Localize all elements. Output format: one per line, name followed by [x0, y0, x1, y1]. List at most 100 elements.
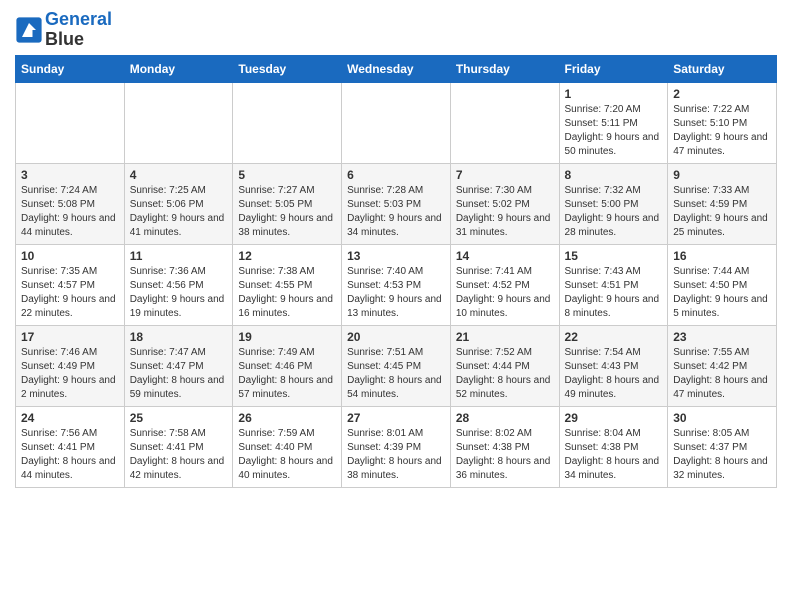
day-info: Sunrise: 7:58 AMSunset: 4:41 PMDaylight:… — [130, 427, 228, 483]
calendar-header-row: SundayMondayTuesdayWednesdayThursdayFrid… — [16, 55, 777, 82]
day-number: 5 — [238, 168, 336, 182]
calendar-cell — [450, 82, 559, 163]
calendar-cell: 14 Sunrise: 7:41 AMSunset: 4:52 PMDayligh… — [450, 244, 559, 325]
day-number: 16 — [673, 249, 771, 263]
calendar-cell: 6 Sunrise: 7:28 AMSunset: 5:03 PMDaylight… — [342, 163, 451, 244]
day-info: Sunrise: 7:22 AMSunset: 5:10 PMDaylight:… — [673, 103, 771, 159]
day-info: Sunrise: 7:49 AMSunset: 4:46 PMDaylight:… — [238, 346, 336, 402]
day-number: 23 — [673, 330, 771, 344]
calendar-week-row: 1 Sunrise: 7:20 AMSunset: 5:11 PMDaylight… — [16, 82, 777, 163]
calendar-cell: 23 Sunrise: 7:55 AMSunset: 4:42 PMDayligh… — [668, 325, 777, 406]
day-number: 28 — [456, 411, 554, 425]
day-info: Sunrise: 7:41 AMSunset: 4:52 PMDaylight:… — [456, 265, 554, 321]
day-number: 27 — [347, 411, 445, 425]
calendar-cell: 2Sunrise: 7:22 AMSunset: 5:10 PMDaylight… — [668, 82, 777, 163]
day-info: Sunrise: 7:40 AMSunset: 4:53 PMDaylight:… — [347, 265, 445, 321]
calendar-cell — [233, 82, 342, 163]
day-info: Sunrise: 7:51 AMSunset: 4:45 PMDaylight:… — [347, 346, 445, 402]
day-number: 1 — [565, 87, 663, 101]
calendar-cell: 5 Sunrise: 7:27 AMSunset: 5:05 PMDaylight… — [233, 163, 342, 244]
day-info: Sunrise: 7:32 AMSunset: 5:00 PMDaylight:… — [565, 184, 663, 240]
calendar-table: SundayMondayTuesdayWednesdayThursdayFrid… — [15, 55, 777, 488]
day-info: Sunrise: 7:54 AMSunset: 4:43 PMDaylight:… — [565, 346, 663, 402]
day-number: 4 — [130, 168, 228, 182]
logo: General Blue — [15, 10, 112, 50]
calendar-cell: 21 Sunrise: 7:52 AMSunset: 4:44 PMDayligh… — [450, 325, 559, 406]
day-info: Sunrise: 7:55 AMSunset: 4:42 PMDaylight:… — [673, 346, 771, 402]
logo-text: General Blue — [45, 10, 112, 50]
calendar-cell: 10 Sunrise: 7:35 AMSunset: 4:57 PMDayligh… — [16, 244, 125, 325]
page-container: General Blue SundayMondayTuesdayWednesda… — [0, 0, 792, 498]
day-number: 12 — [238, 249, 336, 263]
day-number: 22 — [565, 330, 663, 344]
day-info: Sunrise: 7:43 AMSunset: 4:51 PMDaylight:… — [565, 265, 663, 321]
calendar-cell: 27 Sunrise: 8:01 AMSunset: 4:39 PMDayligh… — [342, 406, 451, 487]
day-number: 19 — [238, 330, 336, 344]
day-number: 29 — [565, 411, 663, 425]
day-number: 24 — [21, 411, 119, 425]
day-number: 10 — [21, 249, 119, 263]
day-info: Sunrise: 7:24 AMSunset: 5:08 PMDaylight:… — [21, 184, 119, 240]
calendar-cell: 1 Sunrise: 7:20 AMSunset: 5:11 PMDaylight… — [559, 82, 668, 163]
day-info: Sunrise: 7:35 AMSunset: 4:57 PMDaylight:… — [21, 265, 119, 321]
calendar-cell: 19 Sunrise: 7:49 AMSunset: 4:46 PMDayligh… — [233, 325, 342, 406]
calendar-week-row: 24Sunrise: 7:56 AMSunset: 4:41 PMDayligh… — [16, 406, 777, 487]
calendar-cell: 4Sunrise: 7:25 AMSunset: 5:06 PMDaylight… — [124, 163, 233, 244]
day-number: 25 — [130, 411, 228, 425]
header: General Blue — [15, 10, 777, 50]
day-info: Sunrise: 7:33 AMSunset: 4:59 PMDaylight:… — [673, 184, 771, 240]
calendar-week-row: 17 Sunrise: 7:46 AMSunset: 4:49 PMDayligh… — [16, 325, 777, 406]
calendar-cell — [342, 82, 451, 163]
day-info: Sunrise: 7:46 AMSunset: 4:49 PMDaylight:… — [21, 346, 119, 402]
day-number: 17 — [21, 330, 119, 344]
day-info: Sunrise: 8:04 AMSunset: 4:38 PMDaylight:… — [565, 427, 663, 483]
calendar-cell: 7 Sunrise: 7:30 AMSunset: 5:02 PMDaylight… — [450, 163, 559, 244]
calendar-cell: 20 Sunrise: 7:51 AMSunset: 4:45 PMDayligh… — [342, 325, 451, 406]
weekday-header: Wednesday — [342, 55, 451, 82]
weekday-header: Tuesday — [233, 55, 342, 82]
logo-icon — [15, 16, 43, 44]
day-info: Sunrise: 7:59 AMSunset: 4:40 PMDaylight:… — [238, 427, 336, 483]
day-info: Sunrise: 8:01 AMSunset: 4:39 PMDaylight:… — [347, 427, 445, 483]
day-number: 14 — [456, 249, 554, 263]
day-info: Sunrise: 7:30 AMSunset: 5:02 PMDaylight:… — [456, 184, 554, 240]
day-info: Sunrise: 7:36 AMSunset: 4:56 PMDaylight:… — [130, 265, 228, 321]
day-info: Sunrise: 8:02 AMSunset: 4:38 PMDaylight:… — [456, 427, 554, 483]
calendar-cell: 13 Sunrise: 7:40 AMSunset: 4:53 PMDayligh… — [342, 244, 451, 325]
calendar-cell: 25 Sunrise: 7:58 AMSunset: 4:41 PMDayligh… — [124, 406, 233, 487]
day-number: 20 — [347, 330, 445, 344]
calendar-cell: 26Sunrise: 7:59 AMSunset: 4:40 PMDayligh… — [233, 406, 342, 487]
calendar-cell: 3 Sunrise: 7:24 AMSunset: 5:08 PMDaylight… — [16, 163, 125, 244]
calendar-week-row: 3 Sunrise: 7:24 AMSunset: 5:08 PMDaylight… — [16, 163, 777, 244]
calendar-cell: 9 Sunrise: 7:33 AMSunset: 4:59 PMDaylight… — [668, 163, 777, 244]
calendar-cell: 8Sunrise: 7:32 AMSunset: 5:00 PMDaylight… — [559, 163, 668, 244]
calendar-cell: 29 Sunrise: 8:04 AMSunset: 4:38 PMDayligh… — [559, 406, 668, 487]
day-info: Sunrise: 7:44 AMSunset: 4:50 PMDaylight:… — [673, 265, 771, 321]
day-number: 11 — [130, 249, 228, 263]
day-info: Sunrise: 7:52 AMSunset: 4:44 PMDaylight:… — [456, 346, 554, 402]
calendar-cell: 24Sunrise: 7:56 AMSunset: 4:41 PMDayligh… — [16, 406, 125, 487]
day-info: Sunrise: 7:20 AMSunset: 5:11 PMDaylight:… — [565, 103, 663, 159]
day-info: Sunrise: 7:27 AMSunset: 5:05 PMDaylight:… — [238, 184, 336, 240]
day-number: 6 — [347, 168, 445, 182]
calendar-cell: 11 Sunrise: 7:36 AMSunset: 4:56 PMDayligh… — [124, 244, 233, 325]
calendar-cell — [124, 82, 233, 163]
day-info: Sunrise: 7:38 AMSunset: 4:55 PMDaylight:… — [238, 265, 336, 321]
weekday-header: Thursday — [450, 55, 559, 82]
calendar-cell: 15Sunrise: 7:43 AMSunset: 4:51 PMDayligh… — [559, 244, 668, 325]
day-number: 3 — [21, 168, 119, 182]
calendar-cell: 30Sunrise: 8:05 AMSunset: 4:37 PMDayligh… — [668, 406, 777, 487]
day-info: Sunrise: 8:05 AMSunset: 4:37 PMDaylight:… — [673, 427, 771, 483]
calendar-cell: 12 Sunrise: 7:38 AMSunset: 4:55 PMDayligh… — [233, 244, 342, 325]
weekday-header: Friday — [559, 55, 668, 82]
calendar-week-row: 10 Sunrise: 7:35 AMSunset: 4:57 PMDayligh… — [16, 244, 777, 325]
calendar-cell: 28 Sunrise: 8:02 AMSunset: 4:38 PMDayligh… — [450, 406, 559, 487]
weekday-header: Saturday — [668, 55, 777, 82]
day-number: 21 — [456, 330, 554, 344]
day-info: Sunrise: 7:28 AMSunset: 5:03 PMDaylight:… — [347, 184, 445, 240]
weekday-header: Monday — [124, 55, 233, 82]
day-number: 7 — [456, 168, 554, 182]
day-number: 9 — [673, 168, 771, 182]
calendar-cell: 17 Sunrise: 7:46 AMSunset: 4:49 PMDayligh… — [16, 325, 125, 406]
day-number: 13 — [347, 249, 445, 263]
